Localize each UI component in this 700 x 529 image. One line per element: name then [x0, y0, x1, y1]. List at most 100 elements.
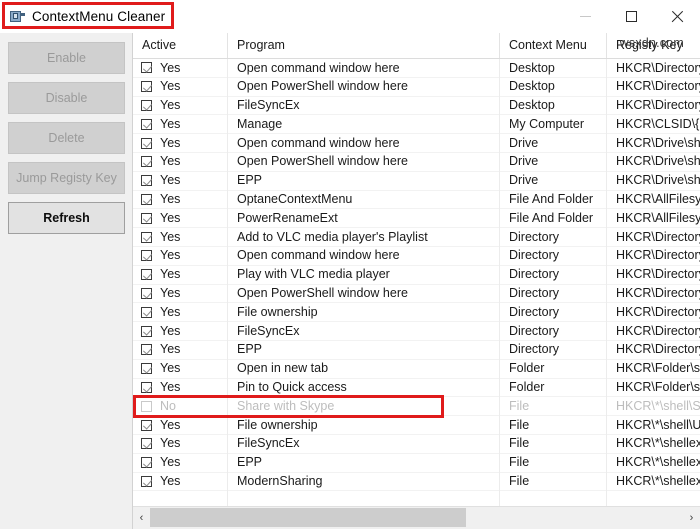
table-row[interactable]: No Share with Skype File HKCR\*\shell\Sh [133, 396, 700, 417]
cell-registry-key: HKCR\Directory\ [616, 323, 700, 338]
cell-active[interactable]: Yes [133, 434, 228, 454]
scrollbar-thumb[interactable] [150, 508, 466, 527]
table-row[interactable]: Yes Open command window here Desktop HKCR\D… [133, 59, 700, 78]
active-checkbox[interactable] [141, 118, 152, 130]
active-checkbox[interactable] [141, 363, 152, 375]
active-label: Yes [160, 98, 181, 113]
active-checkbox[interactable] [141, 287, 152, 299]
table-row[interactable]: Yes FileSyncEx File HKCR\*\shellex\ [133, 434, 700, 454]
table-row[interactable]: Yes PowerRenameExt File And Folder HKCR\All… [133, 208, 700, 229]
table-row[interactable]: Yes OptaneContextMenu File And Folder HKCR\… [133, 190, 700, 210]
cell-active [133, 490, 228, 506]
active-checkbox[interactable] [141, 344, 152, 356]
scroll-right-arrow[interactable]: › [683, 507, 700, 529]
table-row[interactable]: Yes Open in new tab Folder HKCR\Folder\sh [133, 359, 700, 379]
cell-active[interactable]: Yes [133, 284, 228, 303]
cell-active[interactable]: Yes [133, 378, 228, 397]
refresh-button[interactable]: Refresh [8, 202, 125, 234]
active-checkbox[interactable] [141, 137, 152, 149]
cell-active[interactable]: Yes [133, 114, 228, 134]
active-checkbox[interactable] [141, 269, 152, 281]
table-row[interactable]: Yes Open PowerShell window here Drive HKCR\… [133, 152, 700, 172]
cell-active[interactable]: Yes [133, 302, 228, 322]
cell-active[interactable]: Yes [133, 59, 228, 78]
cell-active[interactable]: Yes [133, 246, 228, 266]
cell-program: OptaneContextMenu [228, 190, 500, 209]
cell-active[interactable]: Yes [133, 359, 228, 379]
table-row[interactable]: Yes Pin to Quick access Folder HKCR\Folder\… [133, 378, 700, 398]
table-row[interactable]: Yes File ownership File HKCR\*\shell\Up [133, 415, 700, 435]
active-checkbox[interactable] [141, 175, 152, 187]
active-checkbox[interactable] [141, 212, 152, 224]
close-button[interactable] [654, 0, 700, 33]
table-row[interactable]: Yes EPP Directory HKCR\Directory\ [133, 340, 700, 360]
cell-program: EPP [228, 340, 500, 360]
active-checkbox[interactable] [141, 250, 152, 262]
column-header-active[interactable]: Active [133, 33, 228, 58]
cell-active[interactable]: Yes [133, 77, 228, 97]
cell-program: Open command window here [228, 133, 500, 153]
cell-context-menu: Directory [500, 265, 607, 285]
cell-active[interactable]: Yes [133, 152, 228, 172]
active-checkbox[interactable] [141, 419, 152, 431]
table-row[interactable]: Yes ModernSharing File HKCR\*\shellex\ [133, 472, 700, 492]
cell-context-menu [500, 490, 607, 506]
cell-active[interactable]: Yes [133, 133, 228, 153]
table-row[interactable]: Yes Play with VLC media player Directory HK… [133, 265, 700, 285]
horizontal-scrollbar[interactable]: ‹ › [133, 506, 700, 529]
table-row[interactable]: Yes FileSyncEx Desktop HKCR\Directory\ [133, 96, 700, 116]
cell-context-menu: Directory [500, 227, 607, 247]
active-checkbox[interactable] [141, 81, 152, 93]
column-header-context-menu[interactable]: Context Menu [500, 33, 607, 58]
active-checkbox[interactable] [141, 381, 152, 393]
disable-button[interactable]: Disable [8, 82, 125, 114]
active-checkbox[interactable] [141, 156, 152, 168]
active-checkbox[interactable] [141, 400, 152, 412]
active-checkbox[interactable] [141, 231, 152, 243]
active-label: Yes [160, 229, 181, 244]
cell-active[interactable]: Yes [133, 171, 228, 191]
table-row[interactable]: Yes File ownership Directory HKCR\Directory… [133, 302, 700, 323]
cell-active[interactable]: Yes [133, 190, 228, 209]
cell-context-menu: Directory [500, 302, 607, 322]
jump-registry-key-button[interactable]: Jump Registy Key [8, 162, 125, 194]
active-checkbox[interactable] [141, 457, 152, 469]
cell-active[interactable]: Yes [133, 453, 228, 473]
active-label: Yes [160, 304, 181, 319]
cell-program: File ownership [228, 302, 500, 322]
cell-active[interactable]: Yes [133, 415, 228, 435]
minimize-button[interactable] [562, 0, 608, 33]
column-header-program[interactable]: Program [228, 33, 500, 58]
cell-active[interactable]: No [133, 396, 228, 416]
active-checkbox[interactable] [141, 306, 152, 318]
minimize-icon [579, 16, 591, 17]
cell-active[interactable]: Yes [133, 265, 228, 285]
cell-active[interactable]: Yes [133, 208, 228, 228]
table-row[interactable]: Yes EPP Drive HKCR\Drive\she [133, 171, 700, 191]
table-row[interactable]: Yes Open PowerShell window here Desktop HKC… [133, 77, 700, 97]
table-row[interactable]: Yes ManageMy Computer HKCR\CLSID\{20 [133, 114, 700, 135]
active-checkbox[interactable] [141, 475, 152, 487]
table-row[interactable]: Yes FileSyncEx Directory HKCR\Directory\ [133, 321, 700, 341]
scroll-left-arrow[interactable]: ‹ [133, 507, 150, 529]
active-checkbox[interactable] [141, 62, 152, 74]
cell-active[interactable]: Yes [133, 340, 228, 360]
enable-button[interactable]: Enable [8, 42, 125, 74]
table-row[interactable]: Yes EPP File HKCR\*\shellex\ [133, 453, 700, 473]
table-row[interactable]: Yes Add to VLC media player's Playlist Dir… [133, 227, 700, 247]
active-checkbox[interactable] [141, 193, 152, 205]
cell-active[interactable]: Yes [133, 227, 228, 247]
cell-active[interactable]: Yes [133, 321, 228, 341]
table-row[interactable]: Yes Open command window here Directory HKCR… [133, 246, 700, 266]
maximize-button[interactable] [608, 0, 654, 33]
scrollbar-track[interactable] [150, 507, 683, 529]
active-checkbox[interactable] [141, 99, 152, 111]
cell-active[interactable]: Yes [133, 96, 228, 115]
table-row[interactable]: Yes Open command window here Drive HKCR\Dri… [133, 133, 700, 153]
table-row[interactable]: Yes Open PowerShell window here Directory H… [133, 284, 700, 304]
cell-active[interactable]: Yes [133, 472, 228, 491]
active-checkbox[interactable] [141, 325, 152, 337]
delete-button[interactable]: Delete [8, 122, 125, 154]
active-checkbox[interactable] [141, 438, 152, 450]
cell-registry-key: HKCR\Directory\ [616, 60, 700, 75]
